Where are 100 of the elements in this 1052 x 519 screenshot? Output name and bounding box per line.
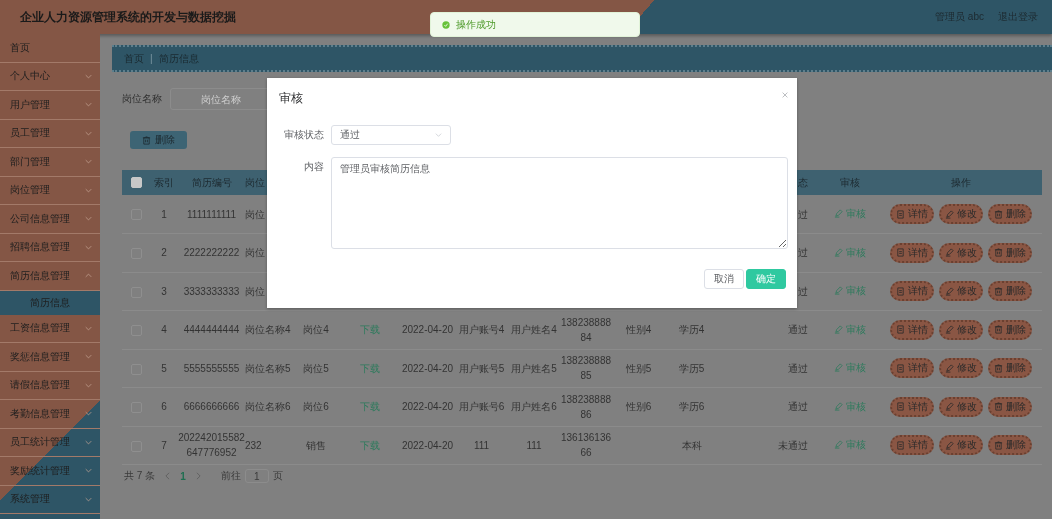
delete-button[interactable]: 删除 — [988, 358, 1032, 379]
table-cell: 岗位5 — [292, 349, 340, 388]
menu-item[interactable]: 公司信息管理 — [0, 205, 100, 234]
trash-icon — [994, 286, 1003, 296]
table-cell: 3 — [150, 272, 178, 311]
next-page-icon[interactable] — [195, 472, 201, 480]
delete-button[interactable]: 删除 — [988, 204, 1032, 224]
breadcrumb-separator: | — [150, 53, 153, 64]
menu-item[interactable]: 员工管理 — [0, 119, 100, 148]
table-cell: 通过 — [770, 387, 820, 426]
delete-button[interactable]: 删除 — [988, 396, 1032, 417]
download-link[interactable]: 下载 — [360, 437, 380, 453]
cancel-button[interactable]: 取消 — [704, 269, 744, 289]
edit-button[interactable]: 修改 — [939, 319, 983, 340]
detail-button[interactable]: 详情 — [890, 204, 934, 224]
menu-item[interactable]: 简历信息管理 — [0, 262, 100, 291]
detail-button[interactable]: 详情 — [890, 435, 934, 456]
pen-icon — [834, 363, 843, 373]
menu-item[interactable]: 奖惩信息管理 — [0, 343, 100, 372]
close-icon[interactable] — [782, 92, 788, 98]
edit-button[interactable]: 修改 — [939, 281, 983, 302]
document-icon — [896, 402, 905, 412]
pen-icon — [834, 324, 843, 334]
menu-item[interactable]: 用户管理 — [0, 91, 100, 120]
chevron-icon — [435, 133, 442, 137]
chevron-icon — [85, 102, 92, 108]
menu-item[interactable]: 招聘信息管理 — [0, 233, 100, 262]
document-icon — [896, 325, 905, 335]
review-link[interactable]: 审核 — [834, 321, 866, 337]
review-link[interactable]: 审核 — [834, 244, 866, 260]
detail-button[interactable]: 详情 — [890, 396, 934, 417]
download-link[interactable]: 下载 — [360, 399, 380, 415]
chevron-icon — [85, 325, 92, 331]
confirm-button[interactable]: 确定 — [746, 269, 786, 289]
table-cell: 学历6 — [665, 387, 718, 426]
delete-button[interactable]: 删除 — [988, 281, 1032, 302]
menu-item[interactable]: 岗位管理 — [0, 176, 100, 205]
document-icon — [896, 363, 905, 373]
edit-button[interactable]: 修改 — [939, 204, 983, 224]
select-all-checkbox[interactable] — [130, 177, 142, 189]
edit-button[interactable]: 修改 — [939, 435, 983, 456]
detail-button[interactable]: 详情 — [890, 281, 934, 302]
table-cell: 性别5 — [612, 349, 665, 388]
table-cell: 2022-04-20 — [400, 387, 455, 426]
menu-item[interactable]: 奖励统计管理 — [0, 457, 100, 486]
trash-icon — [994, 325, 1003, 335]
success-icon — [442, 20, 450, 29]
review-link[interactable]: 审核 — [834, 206, 866, 221]
page-number[interactable]: 1 — [180, 470, 186, 482]
goto-label: 前往 — [220, 469, 241, 483]
detail-button[interactable]: 详情 — [890, 319, 934, 340]
page-input[interactable]: 1 — [244, 469, 269, 483]
table-cell: 未通过 — [770, 426, 820, 465]
menu-item[interactable]: 工资信息管理 — [0, 314, 100, 343]
edit-button[interactable]: 修改 — [939, 358, 983, 379]
table-cell: 用户账号6 — [455, 387, 508, 426]
menu-item[interactable]: 个人中心 — [0, 62, 100, 91]
edit-button[interactable]: 修改 — [939, 242, 983, 263]
menu-item[interactable]: 首页 — [0, 34, 100, 63]
trash-icon — [994, 440, 1003, 450]
review-link[interactable]: 审核 — [834, 360, 866, 376]
previous-page-icon[interactable] — [165, 472, 171, 480]
table-cell: 4 — [150, 310, 178, 349]
pen-icon — [945, 402, 954, 412]
table-cell: 本科 — [665, 426, 718, 465]
menu-item[interactable]: 系统管理 — [0, 485, 100, 514]
download-link[interactable]: 下载 — [360, 360, 380, 376]
table-cell: 性别6 — [612, 387, 665, 426]
chevron-icon — [85, 411, 92, 417]
table-cell: 岗位名称6 — [245, 387, 292, 426]
pen-icon — [834, 286, 843, 296]
review-link[interactable]: 审核 — [834, 283, 866, 299]
review-link[interactable]: 审核 — [834, 398, 866, 414]
menu-item[interactable]: 部门管理 — [0, 148, 100, 177]
pen-icon — [945, 325, 954, 335]
review-link[interactable]: 审核 — [834, 437, 866, 453]
detail-button[interactable]: 详情 — [890, 358, 934, 379]
delete-button[interactable]: 删除 — [988, 242, 1032, 263]
edit-button[interactable]: 修改 — [939, 396, 983, 417]
document-icon — [896, 209, 905, 219]
table-cell: 2022-04-20 — [400, 349, 455, 388]
delete-button[interactable]: 删除 — [130, 131, 187, 149]
dialog-title: 审核 — [279, 90, 303, 107]
trash-icon — [994, 248, 1003, 258]
field-label: 内容 — [303, 160, 324, 174]
menu-item[interactable]: 员工统计管理 — [0, 428, 100, 457]
download-link[interactable]: 下载 — [360, 322, 380, 338]
detail-button[interactable]: 详情 — [890, 242, 934, 263]
delete-button[interactable]: 删除 — [988, 435, 1032, 456]
chevron-icon — [85, 216, 92, 222]
menu-item[interactable]: 考勤信息管理 — [0, 400, 100, 429]
menu-item[interactable]: 请假信息管理 — [0, 371, 100, 400]
table-cell: 岗位6 — [292, 387, 340, 426]
status-select[interactable]: 通过 — [331, 125, 451, 145]
trash-icon — [994, 363, 1003, 373]
success-toast: 操作成功 — [430, 12, 640, 37]
content-field[interactable]: 管理员审核简历信息 — [331, 157, 788, 249]
chevron-icon — [85, 73, 92, 79]
table-cell: 岗位名称4 — [245, 310, 292, 349]
delete-button[interactable]: 删除 — [988, 319, 1032, 340]
